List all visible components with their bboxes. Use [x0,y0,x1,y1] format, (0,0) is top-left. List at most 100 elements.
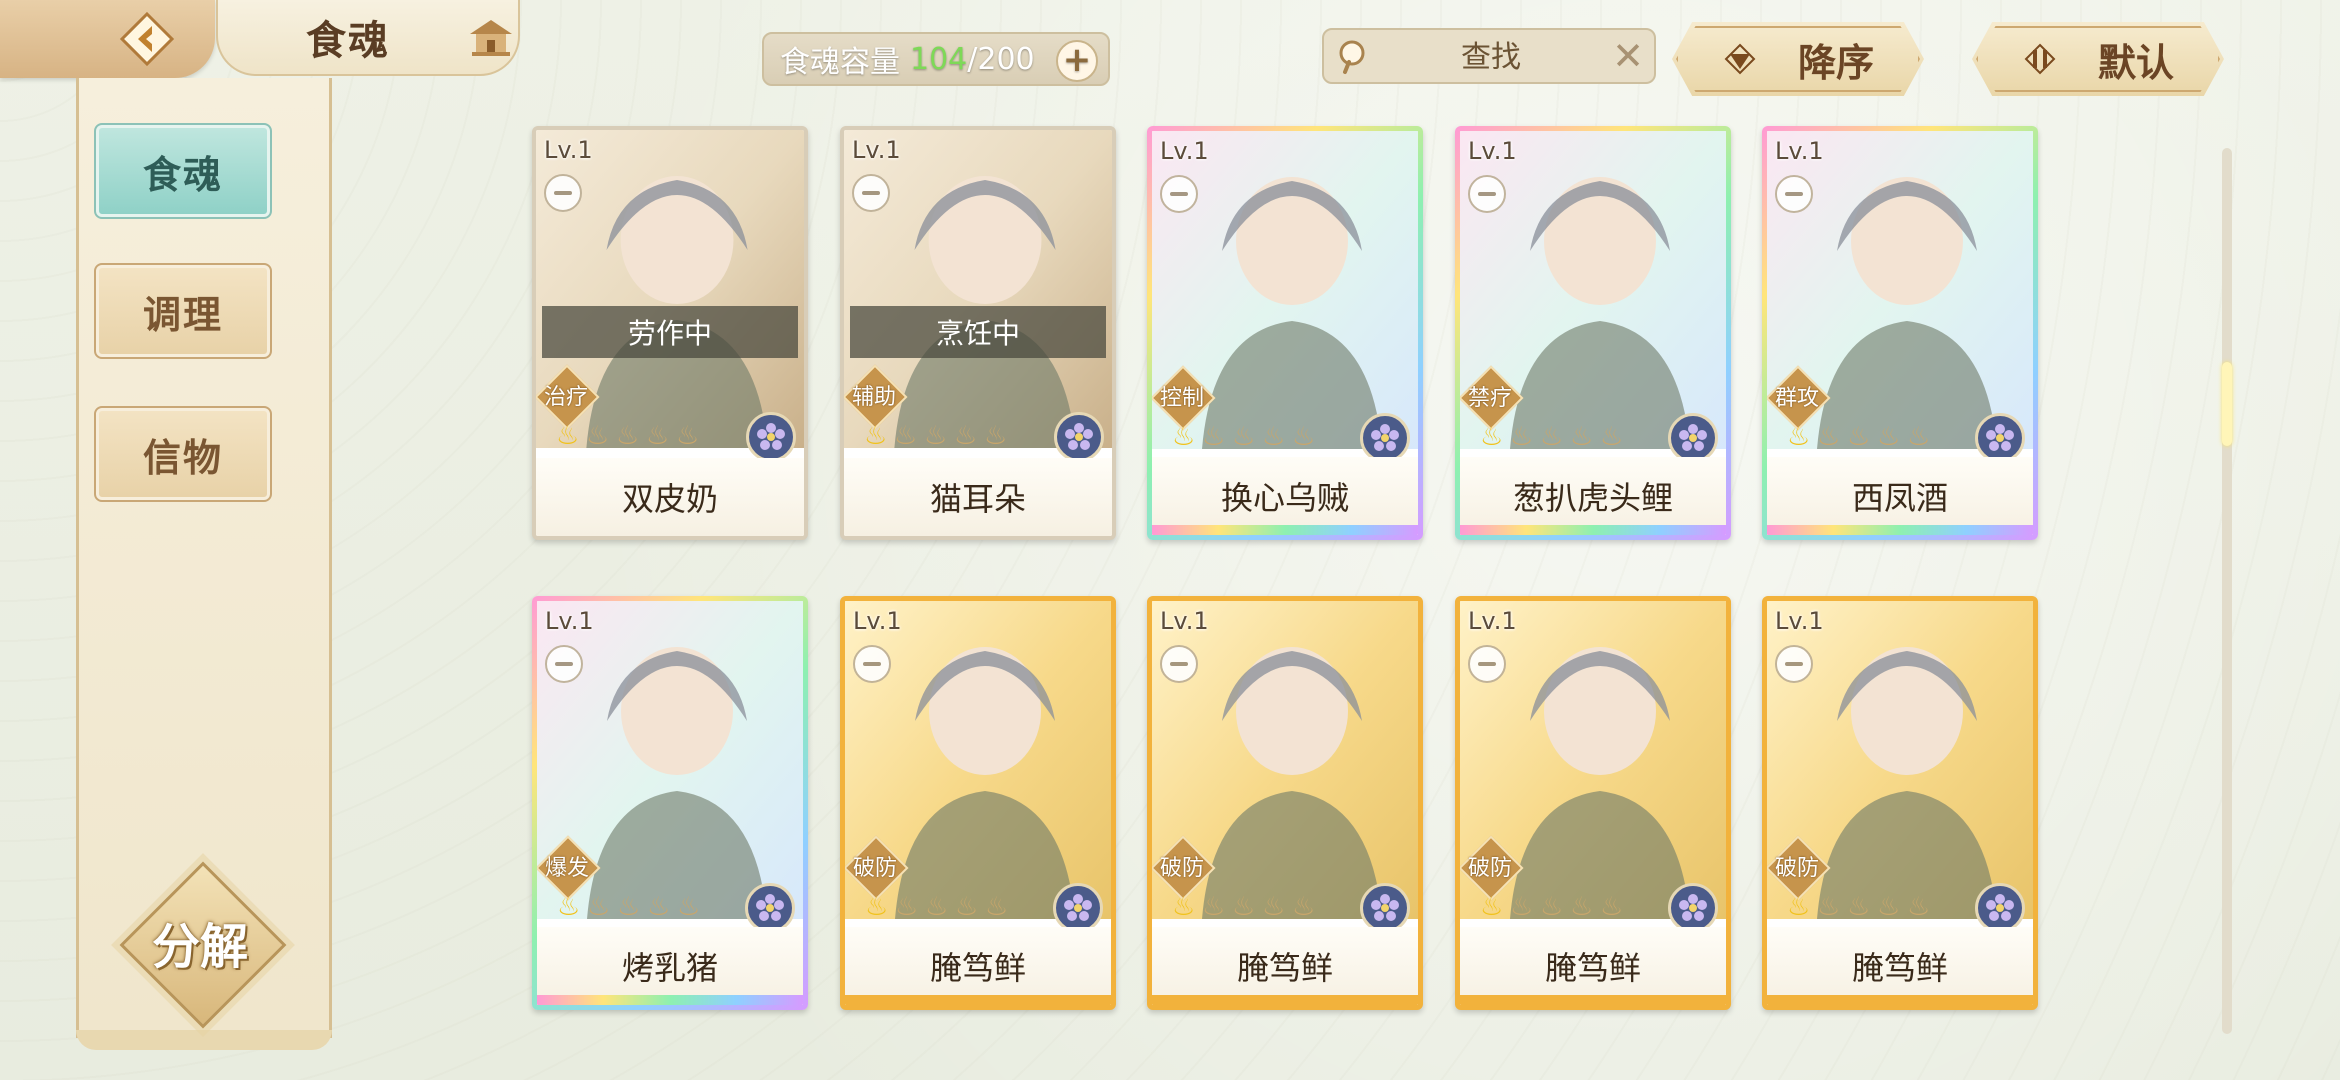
flame-star-icon: ♨ [1570,422,1594,452]
decompose-button[interactable]: 分解 [119,861,287,1029]
role-label: 破防 [1159,856,1204,881]
food-soul-card[interactable]: Lv.1 破防 ♨ ♨ ♨ ♨ ♨ 腌笃鲜 [1762,596,2038,1010]
search-input[interactable] [1384,36,1598,78]
flower-element-icon [1054,412,1104,462]
star-rating: ♨ ♨ ♨ ♨ ♨ [865,893,1013,923]
food-soul-card[interactable]: Lv.1 爆发 ♨ ♨ ♨ ♨ ♨ 烤乳猪 [532,596,808,1010]
flame-star-icon: ♨ [1907,422,1931,452]
flower-element-icon [1053,883,1103,933]
card-name: 腌笃鲜 [845,927,1111,1005]
bowl-icon [853,645,891,683]
sort-default-button[interactable]: 默认 [1972,22,2224,96]
flame-star-icon: ♨ [557,892,581,922]
food-soul-card[interactable]: Lv.1 破防 ♨ ♨ ♨ ♨ ♨ 腌笃鲜 [1455,596,1731,1010]
magnifier-icon [1339,40,1365,74]
tab-label: 信物 [142,435,223,480]
tab-conditioning[interactable]: 调理 [94,263,272,359]
scrollbar-track[interactable] [2222,148,2232,1034]
flame-star-icon: ♨ [1172,422,1196,452]
flame-star-icon: ♨ [1262,892,1286,922]
flame-star-icon: ♨ [1292,892,1316,922]
sidebar-tassel [76,1030,332,1050]
food-soul-card[interactable]: Lv.1 禁疗 ♨ ♨ ♨ ♨ ♨ 葱扒虎头鲤 [1455,126,1731,540]
flower-element-icon [746,412,796,462]
card-name: 双皮奶 [536,458,804,536]
back-tab [0,0,215,78]
flower-element-icon [1360,883,1410,933]
flame-star-icon: ♨ [894,421,918,451]
role-badge: 破防 [1460,835,1524,901]
role-badge: 辅助 [844,364,908,430]
flame-star-icon: ♨ [984,421,1008,451]
star-rating: ♨ ♨ ♨ ♨ ♨ [557,893,705,923]
flame-star-icon: ♨ [1877,892,1901,922]
bowl-icon [1468,175,1506,213]
food-soul-card[interactable]: Lv.1 破防 ♨ ♨ ♨ ♨ ♨ 腌笃鲜 [1147,596,1423,1010]
tab-label: 食魂 [142,152,223,197]
role-badge: 爆发 [537,835,601,901]
flame-star-icon: ♨ [1847,422,1871,452]
level-label: Lv.1 [852,136,901,164]
flower-element-icon [1975,413,2025,463]
star-rating: ♨ ♨ ♨ ♨ ♨ [1172,423,1320,453]
food-soul-card[interactable]: Lv.1 控制 ♨ ♨ ♨ ♨ ♨ 换心乌贼 [1147,126,1423,540]
sort-descending-button[interactable]: 降序 [1672,22,1924,96]
bowl-icon [1160,175,1198,213]
tab-tokens[interactable]: 信物 [94,406,272,502]
card-name-text: 葱扒虎头鲤 [1512,479,1673,517]
capacity-max: /200 [967,41,1035,77]
role-label: 禁疗 [1467,386,1512,411]
bowl-icon [852,174,890,212]
house-icon[interactable] [468,18,514,58]
flame-star-icon: ♨ [1202,422,1226,452]
role-label: 爆发 [544,856,589,881]
star-rating: ♨ ♨ ♨ ♨ ♨ [864,422,1012,452]
card-name-text: 西凤酒 [1851,479,1948,517]
flame-star-icon: ♨ [647,892,671,922]
flame-star-icon: ♨ [1847,892,1871,922]
flame-star-icon: ♨ [1600,892,1624,922]
card-name-text: 双皮奶 [621,480,718,518]
flame-star-icon: ♨ [864,421,888,451]
flame-star-icon: ♨ [1202,892,1226,922]
card-name: 腌笃鲜 [1152,927,1418,1005]
flower-element-icon [1360,413,1410,463]
card-name: 烤乳猪 [537,927,803,1005]
food-soul-card[interactable]: Lv.1 劳作中 治疗 ♨ ♨ ♨ ♨ ♨ 双皮奶 [532,126,808,540]
flame-star-icon: ♨ [1787,892,1811,922]
star-rating: ♨ ♨ ♨ ♨ ♨ [1787,423,1935,453]
card-name: 猫耳朵 [844,458,1112,536]
level-label: Lv.1 [1775,137,1824,165]
page-title: 食魂 [306,18,390,64]
capacity-display: 食魂容量 104/200 + [762,32,1110,86]
star-rating: ♨ ♨ ♨ ♨ ♨ [1480,893,1628,923]
flower-element-icon [1975,883,2025,933]
food-soul-card[interactable]: Lv.1 破防 ♨ ♨ ♨ ♨ ♨ 腌笃鲜 [840,596,1116,1010]
flame-star-icon: ♨ [1262,422,1286,452]
food-soul-card[interactable]: Lv.1 群攻 ♨ ♨ ♨ ♨ ♨ 西凤酒 [1762,126,2038,540]
expand-capacity-button[interactable]: + [1056,40,1098,82]
card-name: 葱扒虎头鲤 [1460,457,1726,535]
flame-star-icon: ♨ [676,421,700,451]
card-name-text: 换心乌贼 [1220,479,1349,517]
capacity-current: 104 [910,41,968,77]
card-name-text: 腌笃鲜 [1236,949,1333,987]
bowl-icon [1775,645,1813,683]
scrollbar-thumb[interactable] [2222,362,2232,446]
tab-food-souls[interactable]: 食魂 [94,123,272,219]
flame-star-icon: ♨ [1540,892,1564,922]
food-soul-card[interactable]: Lv.1 烹饪中 辅助 ♨ ♨ ♨ ♨ ♨ 猫耳朵 [840,126,1116,540]
search-box: ✕ [1322,28,1656,84]
flame-star-icon: ♨ [1480,892,1504,922]
flame-star-icon: ♨ [1877,422,1901,452]
flame-star-icon: ♨ [586,421,610,451]
role-badge: 治疗 [536,364,600,430]
flame-star-icon: ♨ [1817,422,1841,452]
flower-element-icon [745,883,795,933]
close-icon[interactable]: ✕ [1612,36,1644,76]
flame-star-icon: ♨ [925,892,949,922]
flame-star-icon: ♨ [895,892,919,922]
level-label: Lv.1 [545,607,594,635]
back-button[interactable] [118,10,176,68]
role-badge: 破防 [1767,835,1831,901]
